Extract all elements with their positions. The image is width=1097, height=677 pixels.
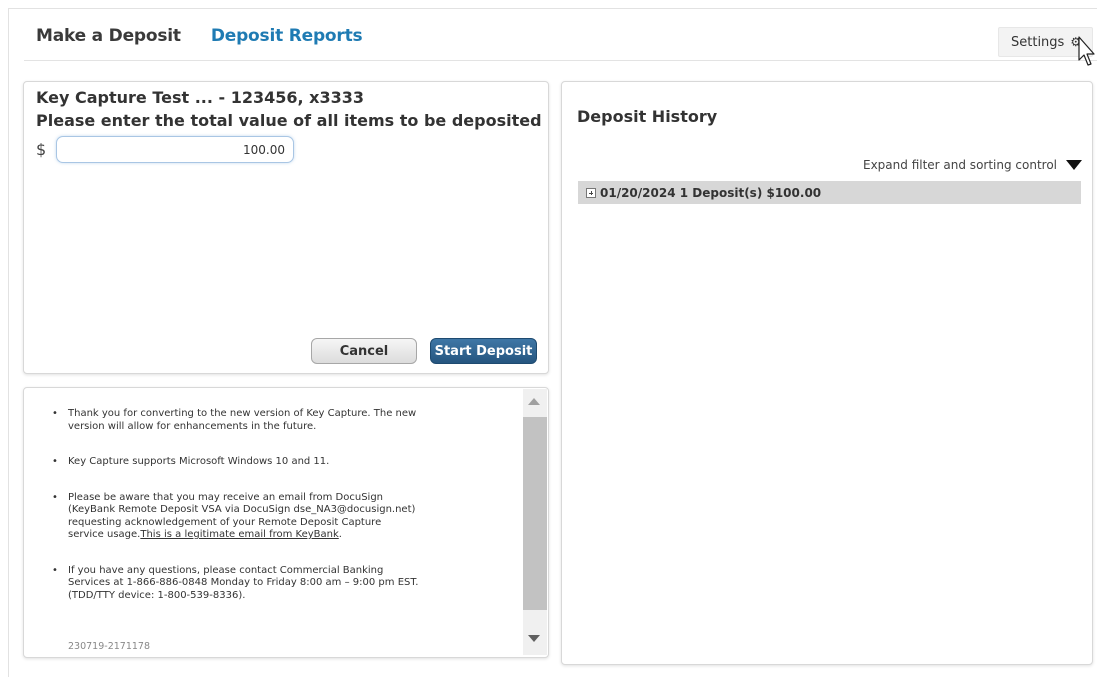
account-name: Key Capture Test ... - 123456, x3333: [36, 88, 365, 107]
cancel-button[interactable]: Cancel: [311, 338, 417, 364]
history-entry-row[interactable]: 01/20/2024 1 Deposit(s) $100.00: [578, 181, 1081, 204]
tab-make-a-deposit[interactable]: Make a Deposit: [36, 26, 181, 46]
expand-plus-icon[interactable]: [586, 187, 596, 198]
notice-item: Thank you for converting to the new vers…: [50, 408, 420, 433]
deposit-entry-panel: Key Capture Test ... - 123456, x3333 Ple…: [23, 81, 549, 374]
currency-symbol: $: [36, 140, 47, 159]
deposit-amount-input[interactable]: [56, 136, 294, 163]
deposit-history-title: Deposit History: [577, 107, 718, 126]
mouse-pointer-icon: [1078, 36, 1095, 66]
start-deposit-button[interactable]: Start Deposit: [430, 338, 537, 364]
settings-label: Settings: [1011, 34, 1065, 50]
scrollbar-thumb[interactable]: [523, 417, 547, 610]
notice-item: If you have any questions, please contac…: [50, 565, 420, 603]
notices-list: Thank you for converting to the new vers…: [50, 408, 420, 625]
docusign-notice-link[interactable]: This is a legitimate email from KeyBank: [140, 529, 338, 540]
notice-item: Key Capture supports Microsoft Windows 1…: [50, 456, 420, 469]
notice-item: Please be aware that you may receive an …: [50, 492, 420, 542]
tab-bar: Make a Deposit Deposit Reports: [36, 24, 363, 48]
deposit-history-panel: Deposit History Expand filter and sortin…: [561, 81, 1093, 665]
history-entry-text: 01/20/2024 1 Deposit(s) $100.00: [600, 185, 822, 200]
deposit-instruction: Please enter the total value of all item…: [36, 111, 542, 130]
tab-deposit-reports[interactable]: Deposit Reports: [211, 26, 363, 46]
filter-toggle-label: Expand filter and sorting control: [863, 158, 1058, 172]
notices-panel: Thank you for converting to the new vers…: [23, 387, 549, 658]
version-number: 230719-2171178: [68, 641, 151, 652]
scroll-up-icon[interactable]: [528, 398, 540, 405]
triangle-down-icon: [1066, 160, 1083, 170]
filter-sort-toggle[interactable]: Expand filter and sorting control: [863, 158, 1083, 172]
header-divider: [24, 60, 1097, 61]
scroll-down-icon[interactable]: [528, 635, 540, 642]
